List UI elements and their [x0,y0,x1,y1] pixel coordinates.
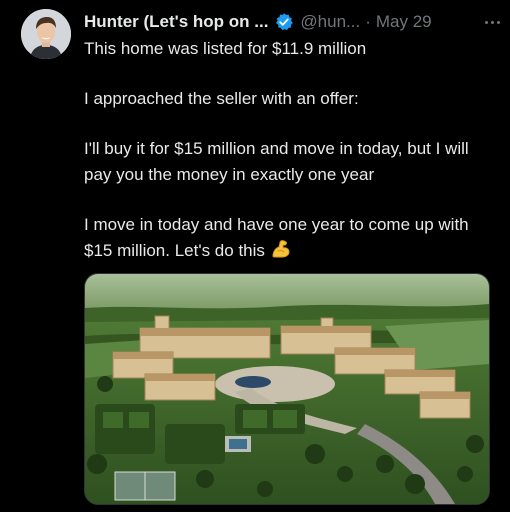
post-date[interactable]: May 29 [376,12,432,32]
separator-dot: · [365,12,371,31]
post-media-image[interactable] [84,273,490,505]
post-header: Hunter (Let's hop on ... @hun... · May 2… [84,10,502,34]
avatar-image [21,9,71,59]
avatar[interactable] [21,9,71,59]
aerial-mansion-photo [85,274,489,504]
post-text-line: I'll buy it for $15 million and move in … [84,139,469,184]
post-text-line-last: I move in today and have one year to com… [84,212,494,264]
author-name[interactable]: Hunter (Let's hop on ... [84,12,268,32]
author-handle[interactable]: @hun... [300,12,360,32]
more-options-icon[interactable] [482,10,502,34]
post-text-line: This home was listed for $11.9 million [84,39,367,58]
post-text-line: I approached the seller with an offer: [84,89,359,108]
flexed-biceps-emoji [270,238,292,260]
verified-badge-icon [274,12,294,32]
post-text: This home was listed for $11.9 million I… [84,36,494,264]
